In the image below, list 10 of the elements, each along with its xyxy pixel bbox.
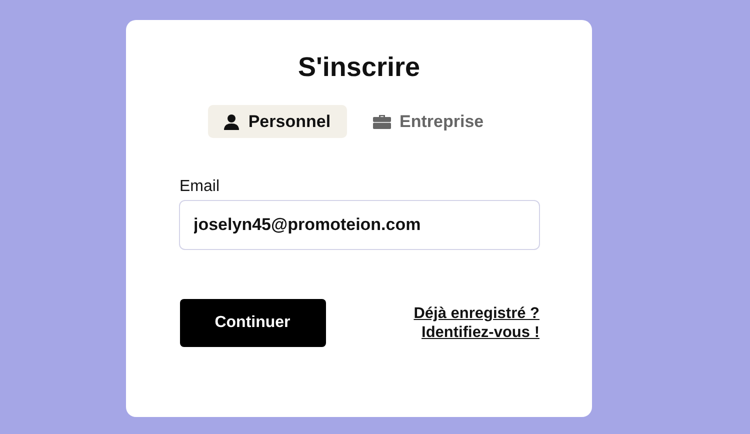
continue-button[interactable]: Continuer — [180, 299, 326, 347]
email-label: Email — [178, 178, 221, 196]
email-field[interactable]: joselyn45@promoteion.com — [178, 200, 540, 250]
briefcase-icon — [372, 114, 391, 129]
page-title: S'inscrire — [297, 51, 421, 83]
tab[interactable]: Personnel — [208, 105, 347, 138]
person-icon — [224, 114, 240, 130]
login-link[interactable]: Identifiez-vous ! — [422, 323, 540, 342]
tab[interactable]: Entreprise — [356, 105, 500, 138]
login-link[interactable]: Déjà enregistré ? — [414, 304, 540, 323]
